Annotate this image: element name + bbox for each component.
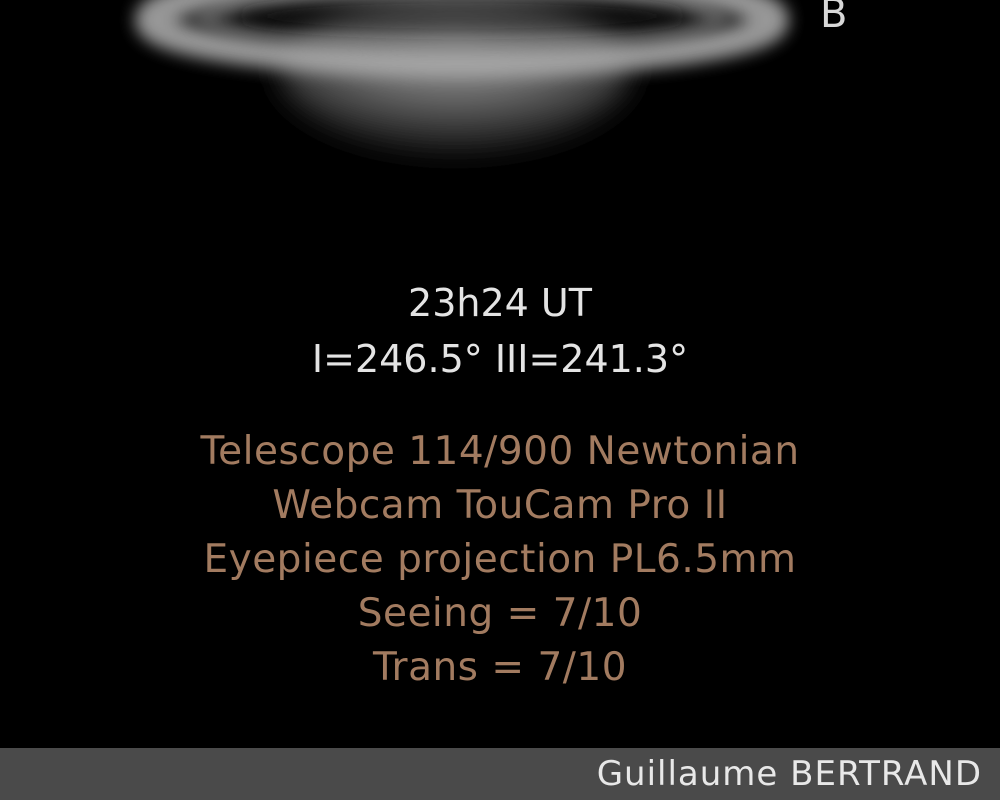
seeing-line: Seeing = 7/10: [357, 591, 643, 636]
saturn-photograph: B 23h24 UT I=246.5° III=241.3° Telescope…: [0, 0, 1000, 748]
central-meridian-longitudes: I=246.5° III=241.3°: [311, 337, 689, 381]
observation-time: 23h24 UT: [408, 281, 592, 325]
transparency-line: Trans = 7/10: [372, 645, 628, 690]
equipment-details: Telescope 114/900 Newtonian Webcam TouCa…: [0, 428, 1000, 698]
corner-mark-label: B: [820, 0, 848, 37]
camera-line: Webcam TouCam Pro II: [272, 483, 728, 528]
eyepiece-line: Eyepiece projection PL6.5mm: [203, 537, 797, 582]
credit-bar: Guillaume BERTRAND: [0, 748, 1000, 800]
photographer-credit: Guillaume BERTRAND: [596, 754, 982, 794]
ring-gap: [237, 0, 687, 34]
telescope-line: Telescope 114/900 Newtonian: [200, 429, 800, 474]
